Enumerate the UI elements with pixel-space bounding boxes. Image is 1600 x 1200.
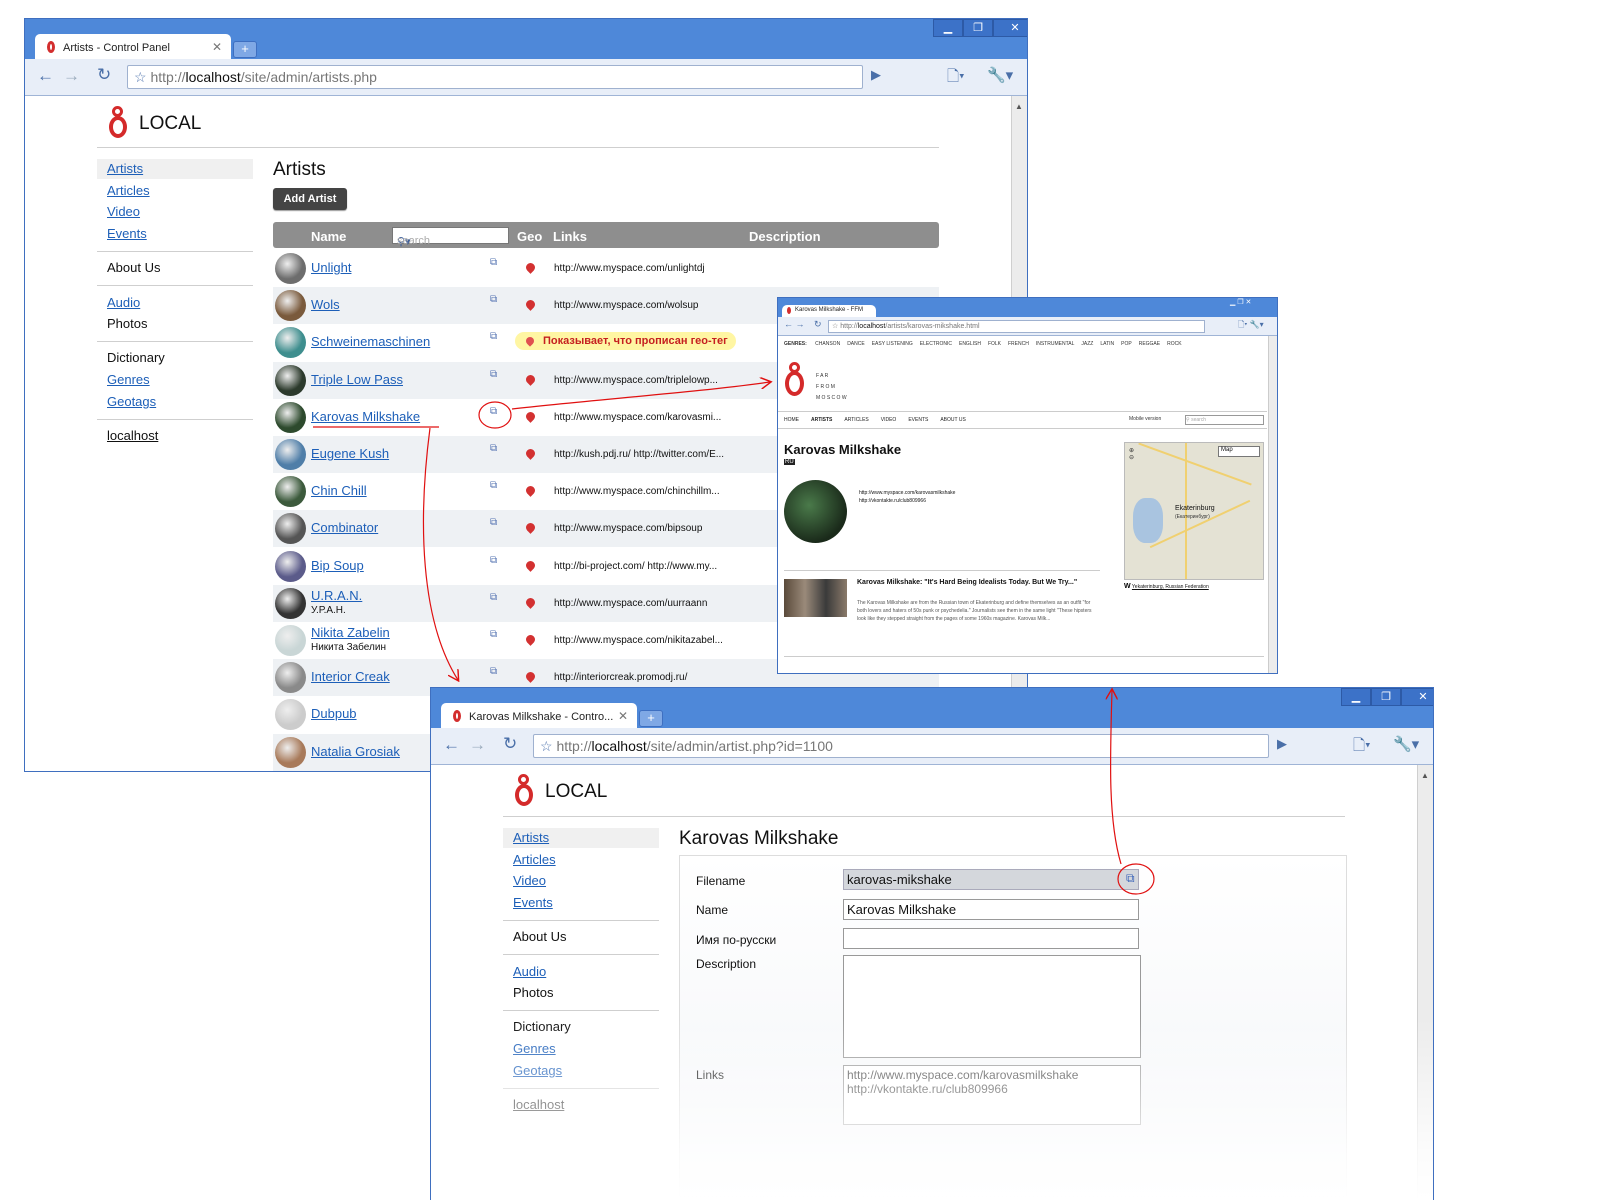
annotation-arrow-to-public-page xyxy=(511,382,770,410)
annotation-overlay xyxy=(313,0,1155,895)
annotation-circle-row-link xyxy=(478,401,512,429)
annotation-arrow-to-edit xyxy=(422,427,458,680)
annotation-circle-filename-link xyxy=(1117,863,1155,895)
annotation-arrow-from-filename xyxy=(1111,690,1122,865)
